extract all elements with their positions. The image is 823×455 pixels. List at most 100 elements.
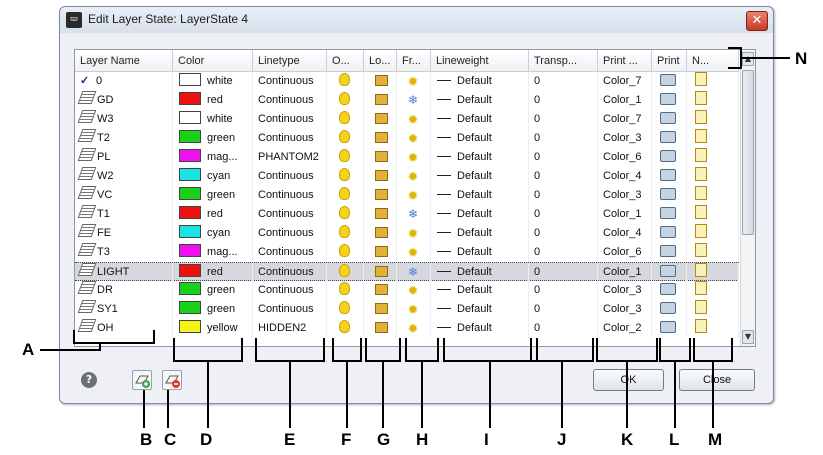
freeze-cell[interactable]: ✹ [397,224,431,243]
new-vp-freeze-cell[interactable] [687,300,739,319]
lineweight-cell[interactable]: Default [431,167,529,186]
freeze-cell[interactable]: ❄ [397,205,431,224]
linetype-cell[interactable]: PHANTOM2 [253,148,327,167]
plot-cell[interactable] [652,91,687,110]
color-cell[interactable]: red [173,91,253,110]
unlock-icon[interactable] [375,208,388,219]
linetype-cell[interactable]: Continuous [253,129,327,148]
layer-name-cell[interactable]: LIGHT [75,263,173,282]
printer-icon[interactable] [660,321,676,333]
lock-cell[interactable] [364,148,397,167]
printer-icon[interactable] [660,112,676,124]
printer-icon[interactable] [660,302,676,314]
plot-cell[interactable] [652,281,687,300]
unlock-icon[interactable] [375,303,388,314]
printer-icon[interactable] [660,74,676,86]
unlock-icon[interactable] [375,266,388,277]
color-cell[interactable]: mag... [173,148,253,167]
lock-cell[interactable] [364,300,397,319]
lineweight-cell[interactable]: Default [431,263,529,282]
lightbulb-icon[interactable] [339,149,350,162]
color-cell[interactable]: white [173,72,253,91]
plot-cell[interactable] [652,205,687,224]
col-header-on[interactable]: O... [327,50,364,72]
new-viewport-freeze-icon[interactable] [695,319,707,333]
layer-row[interactable]: W3 white Continuous ✹ Default 0 Color_7 [75,110,739,129]
layer-name-cell[interactable]: T2 [75,129,173,148]
plot-style-cell[interactable]: Color_7 [598,72,652,91]
transparency-cell[interactable]: 0 [529,243,598,262]
lightbulb-icon[interactable] [339,168,350,181]
new-vp-freeze-cell[interactable] [687,167,739,186]
color-cell[interactable]: cyan [173,224,253,243]
col-header-transparency[interactable]: Transp... [529,50,598,72]
add-layers-button[interactable] [132,370,152,390]
on-cell[interactable] [327,167,364,186]
linetype-cell[interactable]: Continuous [253,110,327,129]
sun-icon[interactable]: ✹ [407,319,419,338]
linetype-cell[interactable]: Continuous [253,72,327,91]
col-header-lock[interactable]: Lo... [364,50,397,72]
new-viewport-freeze-icon[interactable] [695,91,707,105]
transparency-cell[interactable]: 0 [529,263,598,282]
col-header-plot-style[interactable]: Print ... [598,50,652,72]
freeze-cell[interactable]: ✹ [397,243,431,262]
transparency-cell[interactable]: 0 [529,319,598,338]
freeze-cell[interactable]: ✹ [397,110,431,129]
new-viewport-freeze-icon[interactable] [695,224,707,238]
sun-icon[interactable]: ✹ [407,300,419,319]
printer-icon[interactable] [660,131,676,143]
col-header-color[interactable]: Color [173,50,253,72]
col-header-plot[interactable]: Print [652,50,687,72]
freeze-cell[interactable]: ✹ [397,281,431,300]
new-viewport-freeze-icon[interactable] [695,110,707,124]
freeze-cell[interactable]: ❄ [397,91,431,110]
new-viewport-freeze-icon[interactable] [695,129,707,143]
layer-name-cell[interactable]: T1 [75,205,173,224]
unlock-icon[interactable] [375,151,388,162]
new-vp-freeze-cell[interactable] [687,205,739,224]
col-header-freeze[interactable]: Fr... [397,50,431,72]
col-header-lineweight[interactable]: Lineweight [431,50,529,72]
on-cell[interactable] [327,281,364,300]
color-cell[interactable]: green [173,129,253,148]
lightbulb-icon[interactable] [339,130,350,143]
lightbulb-icon[interactable] [339,282,350,295]
col-header-linetype[interactable]: Linetype [253,50,327,72]
new-viewport-freeze-icon[interactable] [695,243,707,257]
color-cell[interactable]: yellow [173,319,253,338]
printer-icon[interactable] [660,283,676,295]
layer-name-cell[interactable]: SY1 [75,300,173,319]
plot-cell[interactable] [652,243,687,262]
freeze-cell[interactable]: ✹ [397,300,431,319]
sun-icon[interactable]: ✹ [407,281,419,300]
printer-icon[interactable] [660,169,676,181]
snowflake-icon[interactable]: ❄ [407,263,419,282]
lineweight-cell[interactable]: Default [431,224,529,243]
lineweight-cell[interactable]: Default [431,243,529,262]
plot-style-cell[interactable]: Color_1 [598,91,652,110]
lightbulb-icon[interactable] [339,244,350,257]
new-vp-freeze-cell[interactable] [687,148,739,167]
plot-style-cell[interactable]: Color_3 [598,281,652,300]
color-cell[interactable]: mag... [173,243,253,262]
printer-icon[interactable] [660,265,676,277]
layer-name-cell[interactable]: PL [75,148,173,167]
new-viewport-freeze-icon[interactable] [695,167,707,181]
new-vp-freeze-cell[interactable] [687,243,739,262]
lightbulb-icon[interactable] [339,92,350,105]
new-viewport-freeze-icon[interactable] [695,186,707,200]
on-cell[interactable] [327,263,364,282]
transparency-cell[interactable]: 0 [529,186,598,205]
lightbulb-icon[interactable] [339,206,350,219]
lightbulb-icon[interactable] [339,187,350,200]
layer-name-cell[interactable]: FE [75,224,173,243]
on-cell[interactable] [327,91,364,110]
on-cell[interactable] [327,243,364,262]
on-cell[interactable] [327,148,364,167]
lock-cell[interactable] [364,167,397,186]
sun-icon[interactable]: ✹ [407,129,419,148]
plot-cell[interactable] [652,300,687,319]
printer-icon[interactable] [660,93,676,105]
layer-name-cell[interactable]: T3 [75,243,173,262]
